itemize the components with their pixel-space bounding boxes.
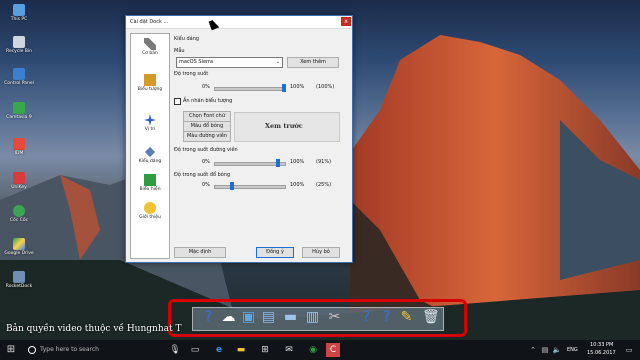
dock-settings-dialog: Cài đặt Dock ... x Cơ bản Biểu tượng Vị … [125, 15, 353, 263]
tools-icon [144, 38, 156, 50]
microphone-icon[interactable]: 🎙 [168, 343, 182, 357]
store-icon[interactable]: ⊞ [258, 343, 272, 357]
edge-icon[interactable]: e [212, 343, 226, 357]
cancel-button[interactable]: Hủy bỏ [302, 247, 340, 258]
hide-icons-label: Ẩn nhãn biểu tượng [183, 98, 233, 104]
outline-opacity-label: Độ trong suốt đường viền [174, 147, 238, 153]
theme-select[interactable]: macOS Sierra ⌄ [176, 57, 283, 68]
camtasia-taskbar-icon[interactable]: C [326, 343, 340, 357]
shadow-min: 0% [202, 182, 210, 188]
dock-item-folder-docs-icon[interactable]: ▥ [304, 309, 321, 326]
control-panel-icon [13, 68, 25, 80]
info-icon [144, 202, 156, 214]
video-watermark: Bản quyền video thuộc về Hungnhat T [6, 324, 182, 334]
close-button[interactable]: x [341, 17, 351, 26]
opacity-slider-thumb[interactable] [282, 84, 286, 92]
dialog-title: Cài đặt Dock ... [130, 19, 169, 25]
recycle-bin-icon [13, 36, 25, 48]
dock-item-folder-icon[interactable]: ▤ [260, 309, 277, 326]
nav-item-basic[interactable]: Cơ bản [131, 38, 169, 56]
chevron-down-icon: ⌄ [275, 59, 280, 65]
opacity-label: Độ trong suốt [174, 71, 209, 77]
desktop-icon-control-panel[interactable]: Control Panel [1, 68, 37, 86]
outline-opacity-slider-thumb[interactable] [276, 159, 280, 167]
volume-icon[interactable]: 🔈 [550, 343, 564, 357]
opacity-value: (100%) [316, 84, 335, 90]
nav-item-style[interactable]: Kiểu dáng [131, 146, 169, 164]
ok-button[interactable]: Đồng ý [256, 247, 294, 258]
taskbar: ⊞ Type here to search 🎙 ▭ e ▬ ⊞ ✉ ◉ C ⌃ … [0, 340, 640, 360]
desktop-icon-google-drive[interactable]: Google Drive [1, 238, 37, 256]
dock-item-help3-icon[interactable]: ? [378, 309, 395, 326]
file-explorer-icon[interactable]: ▬ [234, 343, 248, 357]
theme-label: Mẫu [174, 48, 185, 54]
dock-item-help-icon[interactable]: ? [200, 309, 217, 326]
position-icon [144, 114, 156, 126]
behavior-icon [144, 174, 156, 186]
media-icon[interactable]: ◉ [306, 343, 320, 357]
brush-icon [144, 146, 156, 158]
shadow-opacity-slider[interactable] [214, 185, 286, 189]
default-button[interactable]: Mặc định [174, 247, 226, 258]
outline-color-button[interactable]: Màu đường viền [183, 131, 231, 142]
opacity-min: 0% [202, 84, 210, 90]
shadow-opacity-slider-thumb[interactable] [230, 182, 234, 190]
search-icon [28, 346, 36, 354]
computer-icon [13, 4, 25, 16]
dock-item-pencil-icon[interactable]: ✎ [398, 309, 415, 326]
nav-item-icons[interactable]: Biểu tượng [131, 74, 169, 92]
dialog-titlebar[interactable]: Cài đặt Dock ... x [126, 16, 352, 29]
dock-item-display-icon[interactable]: ▣ [240, 309, 257, 326]
start-button-icon[interactable]: ⊞ [4, 343, 18, 357]
rocketdock-icon [13, 271, 25, 283]
idm-icon [13, 138, 25, 150]
dock-item-help2-icon[interactable]: ? [358, 309, 375, 326]
desktop-icon-idm[interactable]: IDM [1, 138, 37, 156]
desktop-icon-this-pc[interactable]: This PC [1, 4, 37, 22]
outline-max: 100% [290, 159, 305, 165]
clock-date[interactable]: 15.06.2017 [587, 350, 616, 356]
outline-value: (91%) [316, 159, 332, 165]
language-indicator[interactable]: ENG [567, 347, 578, 353]
camtasia-icon [13, 102, 25, 114]
desktop-icon-unikey[interactable]: UniKey [1, 172, 37, 190]
view-more-button[interactable]: Xem thêm [287, 57, 339, 68]
dock-item-trash-icon[interactable]: 🗑 [422, 309, 440, 326]
nav-item-position[interactable]: Vị trí [131, 114, 169, 132]
icons-icon [144, 74, 156, 86]
unikey-icon [13, 172, 25, 184]
dock-item-tools-icon[interactable]: ✂ [326, 309, 343, 326]
shadow-value: (25%) [316, 182, 332, 188]
opacity-max: 100% [290, 84, 305, 90]
shadow-opacity-label: Độ trong suốt đổ bóng [174, 172, 231, 178]
opacity-slider[interactable] [214, 87, 286, 91]
dock-item-network-icon[interactable]: ☁ [220, 309, 237, 326]
task-view-icon[interactable]: ▭ [188, 343, 202, 357]
nav-item-about[interactable]: Giới thiệu [131, 202, 169, 220]
mail-icon[interactable]: ✉ [282, 343, 296, 357]
clock-time[interactable]: 10:33 PM [590, 342, 613, 348]
shadow-max: 100% [290, 182, 305, 188]
desktop-icon-coccoc[interactable]: Cốc Cốc [1, 205, 37, 223]
section-style-heading: Kiểu dáng [174, 36, 200, 42]
taskbar-search-input[interactable]: Type here to search [40, 346, 99, 353]
preview-text: Xem trước [265, 122, 303, 130]
desktop-icon-rocketdock[interactable]: RocketDock [1, 271, 37, 289]
coccoc-icon [13, 205, 25, 217]
dock-item-folder-open-icon[interactable]: ▬ [282, 309, 299, 326]
desktop-icon-camtasia[interactable]: Camtasia 9 [1, 102, 37, 120]
nav-item-behavior[interactable]: Biểu hiện [131, 174, 169, 192]
outline-min: 0% [202, 159, 210, 165]
hide-icons-checkbox[interactable] [174, 98, 181, 105]
preview-box: Xem trước [234, 112, 340, 142]
notification-icon[interactable]: ▭ [622, 343, 636, 357]
settings-nav: Cơ bản Biểu tượng Vị trí Kiểu dáng Biểu … [130, 33, 170, 259]
google-drive-icon [13, 238, 25, 250]
desktop-icon-recycle-bin[interactable]: Recycle Bin [1, 36, 37, 54]
